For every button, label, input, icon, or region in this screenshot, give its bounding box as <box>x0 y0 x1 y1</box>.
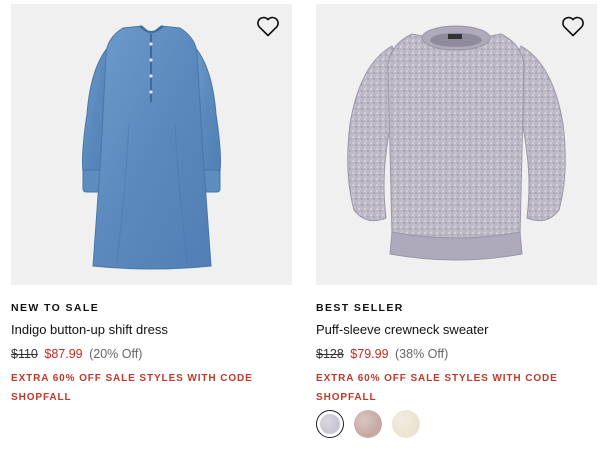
price-row: $128 $79.99 (38% Off) <box>316 347 448 361</box>
sale-price: $87.99 <box>44 347 83 361</box>
color-swatch-ivory[interactable] <box>392 410 420 438</box>
swatch-color <box>392 410 420 438</box>
color-swatches <box>316 410 420 438</box>
denim-dress-image <box>82 25 221 270</box>
heather-sweater-image <box>347 25 566 261</box>
product-name[interactable]: Puff-sleeve crewneck sweater <box>316 322 488 337</box>
price-row: $110 $87.99 (20% Off) <box>11 347 142 361</box>
product-badge: BEST SELLER <box>316 302 404 314</box>
product-card-dress[interactable]: NEW TO SALE Indigo button-up shift dress… <box>11 4 292 403</box>
product-image-sweater[interactable] <box>316 4 597 285</box>
original-price: $110 <box>11 347 38 361</box>
product-card-sweater[interactable]: BEST SELLER Puff-sleeve crewneck sweater… <box>316 4 597 438</box>
color-swatch-grey[interactable] <box>316 410 344 438</box>
color-swatch-pink[interactable] <box>354 410 382 438</box>
sale-price: $79.99 <box>350 347 389 361</box>
original-price: $128 <box>316 347 344 361</box>
promo-text: EXTRA 60% OFF SALE STYLES WITH CODE SHOP… <box>316 373 558 403</box>
product-badge: NEW TO SALE <box>11 302 100 314</box>
heart-outline-icon[interactable] <box>561 15 585 37</box>
swatch-color <box>354 410 382 438</box>
discount-percent: (20% Off) <box>89 347 143 361</box>
discount-percent: (38% Off) <box>395 347 449 361</box>
promo-text: EXTRA 60% OFF SALE STYLES WITH CODE SHOP… <box>11 373 253 403</box>
swatch-color <box>320 414 340 434</box>
heart-outline-icon[interactable] <box>256 15 280 37</box>
product-name[interactable]: Indigo button-up shift dress <box>11 322 168 337</box>
product-image-dress[interactable] <box>11 4 292 285</box>
